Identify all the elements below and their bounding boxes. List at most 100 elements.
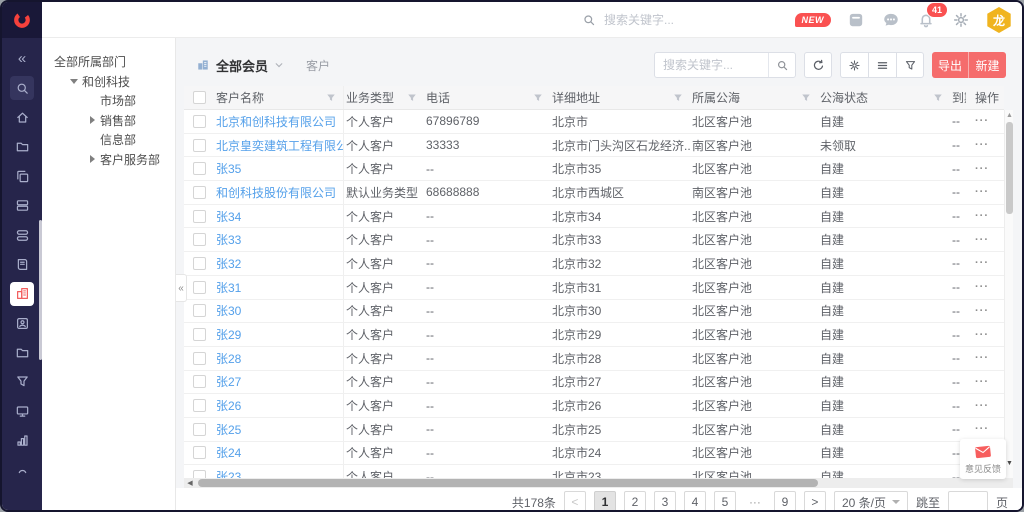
collapse-panel-handle[interactable]: « <box>176 274 187 302</box>
building-icon[interactable] <box>10 282 34 306</box>
search-icon[interactable] <box>10 76 34 100</box>
monitor-icon[interactable] <box>10 399 34 423</box>
tree-item-0[interactable]: 全部所属部门 <box>42 52 175 72</box>
list-view-button[interactable] <box>868 52 896 78</box>
horizontal-scroll-thumb[interactable] <box>198 479 818 487</box>
scroll-left-arrow-icon[interactable]: ◀ <box>184 479 196 487</box>
row-actions-button[interactable]: ··· <box>975 115 989 127</box>
column-filter-icon[interactable] <box>801 93 811 103</box>
contact-card-icon[interactable] <box>10 311 34 335</box>
export-button[interactable]: 导出 <box>932 52 969 78</box>
row-checkbox[interactable] <box>193 375 206 388</box>
customer-name-link[interactable]: 张35 <box>216 160 241 177</box>
row-checkbox[interactable] <box>193 328 206 341</box>
customer-name-link[interactable]: 张26 <box>216 397 241 414</box>
app-logo[interactable] <box>2 2 42 38</box>
row-checkbox[interactable] <box>193 423 206 436</box>
page-button-4[interactable]: 4 <box>684 491 706 512</box>
customer-name-link[interactable]: 张32 <box>216 255 241 272</box>
row-checkbox[interactable] <box>193 162 206 175</box>
column-filter-icon[interactable] <box>326 93 336 103</box>
caret-right-icon[interactable] <box>88 155 96 163</box>
customer-name-link[interactable]: 北京皇奕建筑工程有限公司 <box>216 137 344 154</box>
column-filter-icon[interactable] <box>533 93 543 103</box>
tree-item-5[interactable]: 客户服务部 <box>42 150 175 170</box>
funnel-icon[interactable] <box>10 370 34 394</box>
row-checkbox[interactable] <box>193 139 206 152</box>
customer-name-link[interactable]: 北京和创科技有限公司 <box>216 113 336 130</box>
row-actions-button[interactable]: ··· <box>975 376 989 388</box>
page-button-3[interactable]: 3 <box>654 491 676 512</box>
row-actions-button[interactable]: ··· <box>975 139 989 151</box>
avatar[interactable]: 龙 <box>986 7 1012 33</box>
settings-button[interactable] <box>840 52 868 78</box>
more-icon[interactable] <box>10 458 34 482</box>
page-button-5[interactable]: 5 <box>714 491 736 512</box>
customer-name-link[interactable]: 张30 <box>216 302 241 319</box>
row-checkbox[interactable] <box>193 470 206 478</box>
jump-page-input[interactable] <box>948 491 988 512</box>
bar-chart-icon[interactable] <box>10 429 34 453</box>
tree-item-3[interactable]: 销售部 <box>42 111 175 131</box>
search-submit-button[interactable] <box>768 53 795 77</box>
bell-icon[interactable]: 41 <box>916 10 936 30</box>
horizontal-scrollbar[interactable]: ◀ <box>184 478 1013 488</box>
row-checkbox[interactable] <box>193 304 206 317</box>
row-checkbox[interactable] <box>193 352 206 365</box>
column-filter-icon[interactable] <box>933 93 943 103</box>
collapse-icon[interactable]: « <box>10 47 34 71</box>
view-title[interactable]: 全部会员 <box>216 56 268 75</box>
scroll-up-arrow-icon[interactable]: ▲ <box>1005 112 1014 120</box>
row-checkbox[interactable] <box>193 186 206 199</box>
customer-name-link[interactable]: 张31 <box>216 279 241 296</box>
row-actions-button[interactable]: ··· <box>975 305 989 317</box>
list-search-input[interactable] <box>655 58 768 72</box>
row-actions-button[interactable]: ··· <box>975 281 989 293</box>
customer-name-link[interactable]: 和创科技股份有限公司 <box>216 184 336 201</box>
row-actions-button[interactable]: ··· <box>975 210 989 222</box>
row-checkbox[interactable] <box>193 446 206 459</box>
vertical-scrollbar[interactable]: ▲ ▼ <box>1004 110 1013 478</box>
tab-customer[interactable]: 客户 <box>306 57 330 74</box>
customer-name-link[interactable]: 张28 <box>216 350 241 367</box>
caret-right-icon[interactable] <box>88 116 96 124</box>
create-button[interactable]: 新建 <box>969 52 1006 78</box>
row-actions-button[interactable]: ··· <box>975 423 989 435</box>
next-page-button[interactable]: > <box>804 491 826 512</box>
global-search-input[interactable] <box>604 13 764 27</box>
chevron-down-icon[interactable] <box>274 60 284 70</box>
tree-item-2[interactable]: 市场部 <box>42 91 175 111</box>
customer-name-link[interactable]: 张29 <box>216 326 241 343</box>
customer-name-link[interactable]: 张23 <box>216 468 241 478</box>
row-checkbox[interactable] <box>193 399 206 412</box>
customer-name-link[interactable]: 张25 <box>216 421 241 438</box>
row-actions-button[interactable]: ··· <box>975 352 989 364</box>
row-actions-button[interactable]: ··· <box>975 257 989 269</box>
row-actions-button[interactable]: ··· <box>975 234 989 246</box>
customer-name-link[interactable]: 张34 <box>216 208 241 225</box>
chat-icon[interactable] <box>881 10 901 30</box>
scroll-down-arrow-icon[interactable]: ▼ <box>1005 460 1014 468</box>
folder-icon[interactable] <box>10 135 34 159</box>
gear-icon[interactable] <box>951 10 971 30</box>
filter-button[interactable] <box>896 52 924 78</box>
row-checkbox[interactable] <box>193 210 206 223</box>
book-icon[interactable] <box>10 252 34 276</box>
list-search[interactable] <box>654 52 796 78</box>
home-icon[interactable] <box>10 105 34 129</box>
prev-page-button[interactable]: < <box>564 491 586 512</box>
row-actions-button[interactable]: ··· <box>975 186 989 198</box>
column-filter-icon[interactable] <box>673 93 683 103</box>
row-checkbox[interactable] <box>193 115 206 128</box>
page-size-select[interactable]: 20 条/页 <box>834 491 908 512</box>
journal-icon[interactable] <box>846 10 866 30</box>
customer-name-link[interactable]: 张33 <box>216 231 241 248</box>
page-button-9[interactable]: 9 <box>774 491 796 512</box>
vertical-scroll-thumb[interactable] <box>1006 122 1013 214</box>
sidebar-scrollbar[interactable] <box>39 220 42 360</box>
row-checkbox[interactable] <box>193 257 206 270</box>
list-card-icon[interactable] <box>10 194 34 218</box>
select-all-checkbox[interactable] <box>193 91 206 104</box>
row-actions-button[interactable]: ··· <box>975 400 989 412</box>
page-button-1[interactable]: 1 <box>594 491 616 512</box>
